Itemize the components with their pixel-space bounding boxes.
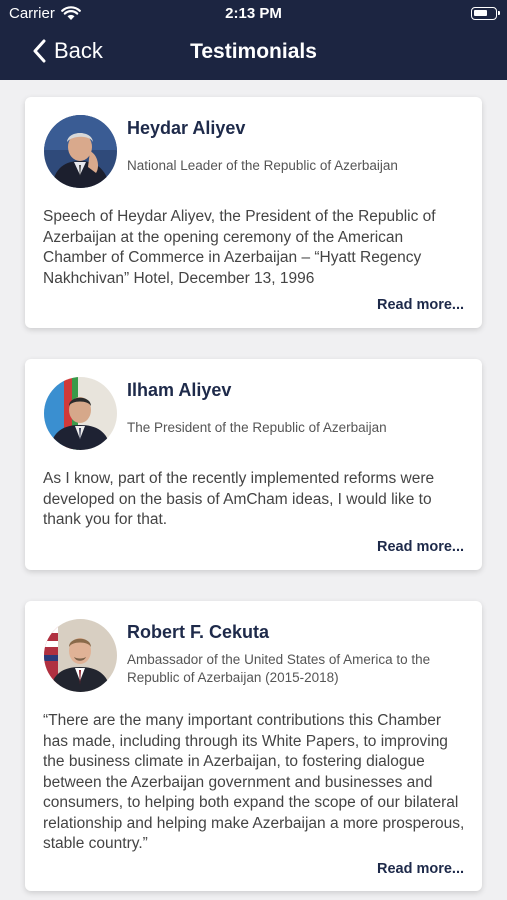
read-more-link[interactable]: Read more... [377,297,464,313]
navigation-bar: Carrier 2:13 PM Back Testimonials [0,0,507,80]
read-more-link[interactable]: Read more... [377,539,464,555]
back-label: Back [54,38,103,63]
testimonial-role: The President of the Republic of Azerbai… [127,420,387,435]
testimonial-card: Heydar Aliyev National Leader of the Rep… [25,97,482,328]
back-button[interactable]: Back [32,38,103,64]
read-more-link[interactable]: Read more... [377,861,464,877]
testimonial-quote: “There are the many important contributi… [43,712,465,852]
battery-icon [471,7,500,20]
portrait-image [44,115,117,188]
avatar [44,115,117,188]
chevron-left-icon [33,39,46,63]
testimonial-quote: As I know, part of the recently implemen… [43,470,435,528]
testimonial-name: Ilham Aliyev [127,380,232,400]
testimonial-role: Ambassador of the United States of Ameri… [127,652,431,685]
testimonial-name: Robert F. Cekuta [127,622,270,642]
testimonial-card: Ilham Aliyev The President of the Republ… [25,359,482,570]
avatar [44,619,117,692]
testimonial-role: National Leader of the Republic of Azerb… [127,158,398,173]
status-time: 2:13 PM [225,5,282,22]
avatar [44,377,117,450]
testimonial-name: Heydar Aliyev [127,118,246,138]
portrait-image [44,377,117,450]
testimonial-quote: Speech of Heydar Aliyev, the President o… [43,208,436,287]
status-bar: Carrier 2:13 PM [0,0,507,28]
portrait-image [44,619,117,692]
testimonial-card: Robert F. Cekuta Ambassador of the Unite… [25,601,482,891]
